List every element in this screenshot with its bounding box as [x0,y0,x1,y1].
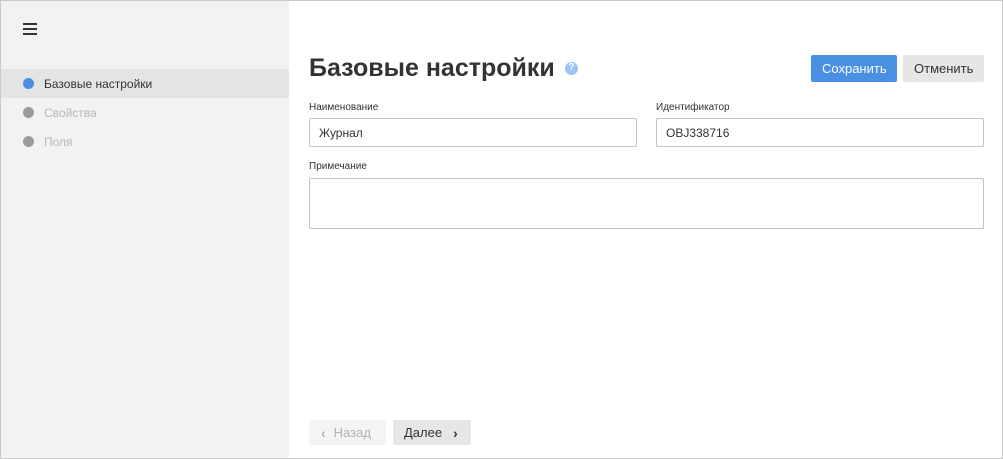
app-window: Базовые настройки Свойства Поля Базовые … [0,0,1003,459]
back-button[interactable]: ‹ Назад [309,420,386,445]
sidebar-nav: Базовые настройки Свойства Поля [1,69,289,156]
sidebar-item-basic-settings[interactable]: Базовые настройки [1,69,289,98]
menu-icon[interactable] [23,23,37,35]
main-panel: Базовые настройки ? Сохранить Отменить Н… [289,1,1002,458]
name-field[interactable] [309,118,637,147]
note-label: Примечание [309,161,367,172]
sidebar-item-label: Поля [44,134,73,149]
chevron-left-icon: ‹ [321,424,326,441]
save-button[interactable]: Сохранить [811,55,897,82]
next-button[interactable]: Далее › [393,420,471,445]
step-dot-icon [23,107,34,118]
page-title-row: Базовые настройки ? [309,51,578,85]
sidebar: Базовые настройки Свойства Поля [1,1,289,458]
note-field[interactable] [309,178,984,229]
sidebar-item-fields[interactable]: Поля [1,127,289,156]
step-dot-icon [23,78,34,89]
page-title: Базовые настройки [309,54,555,82]
step-dot-icon [23,136,34,147]
next-button-label: Далее [404,425,443,440]
chevron-right-icon: › [453,424,458,441]
identifier-field[interactable] [656,118,984,147]
back-button-label: Назад [333,425,371,440]
help-icon[interactable]: ? [564,61,578,75]
sidebar-item-label: Свойства [44,105,97,120]
name-label: Наименование [309,102,379,113]
cancel-button[interactable]: Отменить [903,55,984,82]
identifier-label: Идентификатор [656,102,730,113]
sidebar-item-label: Базовые настройки [44,76,153,91]
sidebar-item-properties[interactable]: Свойства [1,98,289,127]
